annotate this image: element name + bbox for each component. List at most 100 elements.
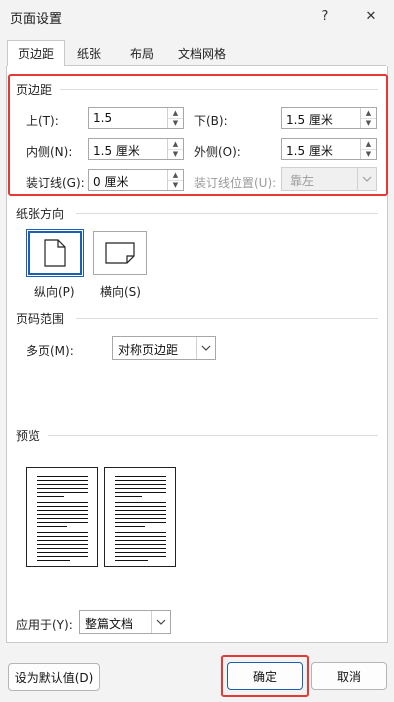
top-margin-value: 1.5 [93,111,113,125]
preview-text-line [115,526,145,527]
orientation-group-title: 纸张方向 [16,207,65,221]
inside-margin-value: 1.5 厘米 [93,144,140,158]
preview-text-line [37,488,88,489]
outside-margin-value: 1.5 厘米 [286,144,333,158]
outside-margin-spinner[interactable]: 1.5 厘米 ▲ ▼ [281,138,377,160]
preview-page-left [26,467,98,567]
gutter-spinner[interactable]: 0 厘米 ▲ ▼ [88,169,184,191]
preview-text-line [115,496,142,497]
top-margin-spin-buttons[interactable]: ▲ ▼ [167,108,183,128]
preview-text-line [115,502,166,503]
portrait-option[interactable] [26,229,84,277]
spin-down-icon[interactable]: ▼ [168,149,183,159]
preview-text-line [37,540,88,541]
preview-text-line [115,544,166,545]
preview-text-line [37,510,88,511]
gutter-spin-buttons[interactable]: ▲ ▼ [167,170,183,190]
set-default-button[interactable]: 设为默认值(D) [8,663,100,691]
preview-text-line [37,544,88,545]
tab-doc-grid[interactable]: 文档网格 [170,41,234,65]
portrait-label[interactable]: 纵向(P) [34,283,75,300]
preview-text-line [115,514,166,515]
preview-text-line [115,556,166,557]
top-margin-spinner[interactable]: 1.5 ▲ ▼ [88,107,184,129]
preview-text-line [37,552,88,553]
preview-text-line [37,526,67,527]
preview-text-line [115,532,166,533]
bottom-margin-value: 1.5 厘米 [286,113,333,127]
gutter-position-label: 装订线位置(U): [194,176,277,190]
preview-text-line [37,548,88,549]
preview-text-line [37,518,88,519]
tab-margins[interactable]: 页边距 [7,40,65,67]
preview-text-line [37,502,88,503]
preview-group-title: 预览 [16,429,41,443]
ok-button[interactable]: 确定 [227,662,303,690]
gutter-position-select: 靠左 [281,167,377,191]
outside-margin-spin-buttons[interactable]: ▲ ▼ [360,139,376,159]
pages-group-title: 页码范围 [16,312,65,326]
gutter-position-value: 靠左 [290,174,315,188]
preview-text-line [115,552,166,553]
chevron-down-icon [357,168,376,190]
spin-down-icon[interactable]: ▼ [361,149,376,159]
close-button[interactable]: ✕ [359,4,383,28]
inside-margin-label: 内侧(N): [26,145,73,159]
preview-text-line [115,484,166,485]
preview-text-line [115,536,166,537]
landscape-page-icon [105,242,135,264]
preview-text-line [37,560,70,561]
tab-layout[interactable]: 布局 [116,41,168,65]
cancel-button[interactable]: 取消 [311,662,387,690]
pages-divider [76,318,378,319]
preview-text-line [115,492,166,493]
preview-text-line [37,484,88,485]
spin-down-icon[interactable]: ▼ [168,118,183,128]
margins-divider [60,89,378,90]
spin-down-icon[interactable]: ▼ [361,118,376,128]
bottom-margin-spinner[interactable]: 1.5 厘米 ▲ ▼ [281,107,377,129]
orientation-divider [76,213,378,214]
top-margin-label: 上(T): [26,114,59,128]
preview-text-line [115,560,148,561]
landscape-option[interactable] [93,231,147,275]
preview-text-line [115,522,166,523]
landscape-label[interactable]: 横向(S) [100,283,141,300]
bottom-margin-spin-buttons[interactable]: ▲ ▼ [360,108,376,128]
outside-margin-label: 外侧(O): [194,145,241,159]
gutter-label: 装订线(G): [26,176,85,190]
preview-text-line [115,510,166,511]
preview-text-line [37,476,88,477]
spin-down-icon[interactable]: ▼ [168,180,183,190]
tab-paper[interactable]: 纸张 [64,41,114,65]
apply-to-value: 整篇文档 [85,617,134,631]
preview-divider [48,435,378,436]
preview-text-line [37,492,88,493]
preview-text-line [115,476,166,477]
preview-text-line [115,506,166,507]
chevron-down-icon[interactable] [151,611,170,633]
preview-text-line [37,480,88,481]
bottom-margin-label: 下(B): [194,114,228,128]
preview-text-line [37,532,88,533]
preview-text-line [37,522,88,523]
preview-text-line [37,506,88,507]
inside-margin-spin-buttons[interactable]: ▲ ▼ [167,139,183,159]
multiple-pages-label: 多页(M): [26,344,74,358]
inside-margin-spinner[interactable]: 1.5 厘米 ▲ ▼ [88,138,184,160]
margins-group-title: 页边距 [16,83,53,97]
preview-text-line [115,518,166,519]
preview-text-line [37,536,88,537]
portrait-page-icon [44,239,66,267]
help-button[interactable]: ? [313,4,337,28]
preview-text-line [37,514,88,515]
window-title: 页面设置 [10,12,63,27]
multiple-pages-select[interactable]: 对称页边距 [112,336,216,360]
multiple-pages-value: 对称页边距 [118,343,179,357]
preview-page-right [104,467,176,567]
chevron-down-icon[interactable] [196,337,215,359]
preview-text-line [37,556,88,557]
preview-text-line [115,540,166,541]
apply-to-select[interactable]: 整篇文档 [79,610,171,634]
preview-text-line [115,488,166,489]
